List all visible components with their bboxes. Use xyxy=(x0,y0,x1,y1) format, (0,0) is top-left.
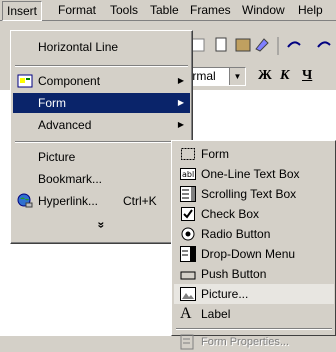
menu-tools[interactable]: Tools xyxy=(106,0,142,20)
menu-bar: Insert Format Tools Table Frames Window … xyxy=(0,0,336,21)
component-icon xyxy=(17,74,33,88)
submenu-item-check-box[interactable]: Check Box xyxy=(174,204,334,224)
submenu-item-label: Drop-Down Menu xyxy=(201,247,296,261)
expand-chevron-icon: » xyxy=(94,221,109,229)
underline-button[interactable]: Ч xyxy=(302,68,312,84)
menu-insert[interactable]: Insert xyxy=(2,1,43,21)
form-submenu: Form abl One-Line Text Box Scrolling Tex… xyxy=(171,140,336,350)
submenu-item-label: Form xyxy=(201,147,229,161)
submenu-item-form[interactable]: Form xyxy=(174,144,334,164)
menu-item-label: Hyperlink... xyxy=(38,194,99,208)
submenu-item-radio-button[interactable]: Radio Button xyxy=(174,224,334,244)
submenu-item-label-text: Label xyxy=(201,307,231,321)
bold-button[interactable]: Ж xyxy=(258,68,272,84)
menu-item-horizontal-line[interactable]: Horizontal Line xyxy=(13,37,190,57)
menu-frames-label: Frames xyxy=(190,3,231,17)
menu-frames[interactable]: Frames xyxy=(186,0,235,20)
menu-item-shortcut: Ctrl+K xyxy=(123,194,157,208)
menu-format[interactable]: Format xyxy=(54,0,100,20)
menu-item-form[interactable]: Form ▶ xyxy=(13,93,190,113)
submenu-item-label: Check Box xyxy=(201,207,260,221)
menu-insert-label: Insert xyxy=(7,4,38,18)
chevron-down-icon[interactable]: ▼ xyxy=(229,68,245,85)
submenu-arrow-icon: ▶ xyxy=(177,76,184,85)
submenu-item-drop-down-menu[interactable]: Drop-Down Menu xyxy=(174,244,334,264)
picture-icon xyxy=(180,287,196,301)
menu-expand-button[interactable]: » xyxy=(13,215,190,235)
menu-item-bookmark[interactable]: Bookmark... xyxy=(13,169,190,189)
menu-item-advanced[interactable]: Advanced ▶ xyxy=(13,115,190,135)
submenu-item-form-properties: Form Properties... xyxy=(174,332,334,352)
toolbar-standard xyxy=(191,37,331,55)
menu-item-label: Bookmark... xyxy=(38,172,103,186)
submenu-item-label: Push Button xyxy=(201,267,267,281)
menu-item-label: Form xyxy=(38,96,66,110)
form-properties-icon xyxy=(180,334,194,350)
menu-item-label: Horizontal Line xyxy=(38,40,119,54)
svg-text:abl: abl xyxy=(182,170,194,179)
submenu-item-scrolling-text-box[interactable]: Scrolling Text Box xyxy=(174,184,334,204)
drop-down-menu-icon xyxy=(180,246,196,262)
menu-item-component[interactable]: Component ▶ xyxy=(13,71,190,91)
menu-window[interactable]: Window xyxy=(238,0,289,20)
submenu-item-label: Scrolling Text Box xyxy=(201,187,297,201)
menu-item-label: Advanced xyxy=(38,118,92,132)
push-button-icon xyxy=(180,271,196,280)
italic-button[interactable]: К xyxy=(280,68,290,84)
submenu-item-label: One-Line Text Box xyxy=(201,167,300,181)
menu-tools-label: Tools xyxy=(110,3,139,17)
menu-separator xyxy=(15,65,188,67)
menu-help-label: Help xyxy=(298,3,323,17)
insert-menu: Horizontal Line Component ▶ Form ▶ Advan… xyxy=(10,30,193,244)
submenu-arrow-icon: ▶ xyxy=(177,98,184,107)
menu-format-label: Format xyxy=(58,3,97,17)
menu-separator xyxy=(15,141,188,143)
submenu-arrow-icon: ▶ xyxy=(177,120,184,129)
submenu-item-picture[interactable]: Picture... xyxy=(174,284,334,304)
submenu-item-one-line-text-box[interactable]: abl One-Line Text Box xyxy=(174,164,334,184)
submenu-item-label[interactable]: A Label xyxy=(174,304,334,324)
menu-window-label: Window xyxy=(242,3,285,17)
submenu-item-label: Radio Button xyxy=(201,227,271,241)
menu-table-label: Table xyxy=(150,3,179,17)
scrolling-text-box-icon xyxy=(180,186,196,202)
menu-table[interactable]: Table xyxy=(146,0,183,20)
globe-link-icon xyxy=(17,193,33,208)
menu-item-picture[interactable]: Picture ▶ xyxy=(13,147,190,167)
menu-help[interactable]: Help xyxy=(294,0,327,20)
checkbox-icon xyxy=(181,207,195,221)
menu-item-label: Picture xyxy=(38,150,76,164)
menu-item-hyperlink[interactable]: Hyperlink... Ctrl+K xyxy=(13,191,190,211)
submenu-item-push-button[interactable]: Push Button xyxy=(174,264,334,284)
menu-item-label: Component xyxy=(38,74,101,88)
submenu-item-label: Picture... xyxy=(201,287,249,301)
radio-button-icon xyxy=(181,227,195,241)
menu-separator xyxy=(176,328,332,330)
submenu-item-label: Form Properties... xyxy=(201,336,290,348)
label-icon: A xyxy=(180,305,192,322)
form-icon xyxy=(181,148,195,160)
text-box-icon: abl xyxy=(180,168,196,180)
